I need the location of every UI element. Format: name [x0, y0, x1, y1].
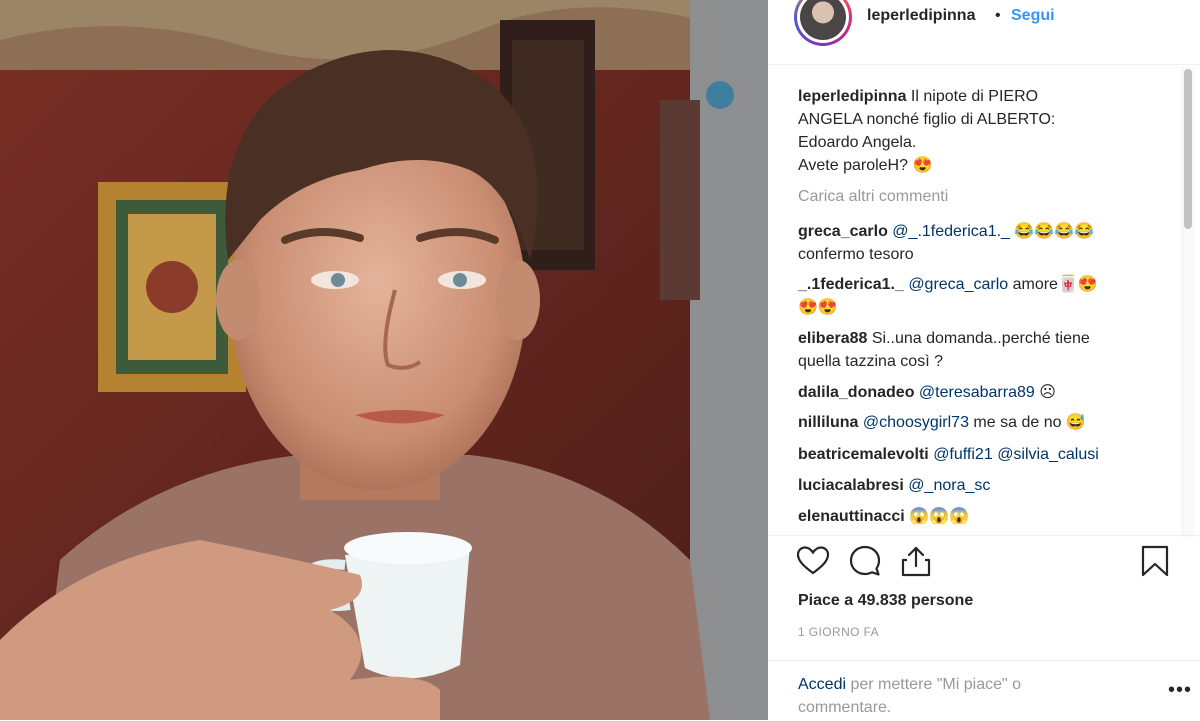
comment-text-line2: quella tazzina così ?	[798, 353, 943, 370]
comment-mention[interactable]: @_.1federica1._	[892, 223, 1010, 240]
post-header: leperledipinna • Segui	[768, 0, 1200, 65]
comment-item: beatricemalevolti @fuffi21 @silvia_calus…	[798, 443, 1099, 466]
comment-text: 😂😂😂😂	[1009, 223, 1095, 240]
comment-text: Si..una domanda..perché tiene	[871, 330, 1090, 347]
comment-username[interactable]: nilliluna	[798, 414, 858, 431]
comment-mention[interactable]: @_nora_sc	[908, 477, 990, 494]
avatar-image	[800, 0, 846, 40]
more-options-icon[interactable]: •••	[1168, 679, 1192, 702]
comment-username[interactable]: dalila_donadeo	[798, 384, 914, 401]
comment-username[interactable]: _.1federica1._	[798, 276, 904, 293]
share-icon[interactable]	[899, 544, 933, 578]
comment-text: ☹	[1034, 384, 1056, 401]
comment-text-line2: confermo tesoro	[798, 246, 914, 263]
comment-item: elibera88 Si..una domanda..perché tiene	[798, 327, 1090, 350]
comment-bubble-icon[interactable]	[848, 544, 882, 578]
comment-text: me sa de no 😅	[968, 414, 1086, 431]
header-username[interactable]: leperledipinna	[867, 7, 975, 25]
comment-text-line2: 😍😍	[798, 299, 838, 316]
comments-list[interactable]: leperledipinna Il nipote di PIERO ANGELA…	[768, 65, 1180, 535]
header-separator: •	[995, 7, 1001, 24]
comment-username[interactable]: elibera88	[798, 330, 867, 347]
login-link[interactable]: Accedi	[798, 676, 846, 693]
bookmark-icon[interactable]	[1138, 544, 1172, 578]
post-side-panel: leperledipinna • Segui leperledipinna Il…	[768, 0, 1200, 720]
comments-scrollbar[interactable]	[1182, 67, 1195, 537]
comment-text: 😱😱😱	[909, 508, 969, 525]
post-timestamp[interactable]: 1 GIORNO FA	[798, 625, 879, 639]
post-photo-illustration	[0, 0, 768, 720]
comment-text: amore🀄😍	[1008, 276, 1098, 293]
avatar[interactable]	[797, 0, 849, 43]
scrollbar-thumb[interactable]	[1184, 69, 1192, 229]
avatar-story-ring[interactable]	[794, 0, 852, 46]
login-footer: Accedi per mettere "Mi piace" o commenta…	[768, 660, 1200, 721]
login-prompt: Accedi per mettere "Mi piace" o commenta…	[798, 673, 1098, 719]
comment-username[interactable]: beatricemalevolti	[798, 446, 929, 463]
comment-mention-2[interactable]: @silvia_calusi	[997, 446, 1099, 463]
comment-item: luciacalabresi @_nora_sc	[798, 474, 990, 497]
comment-item: nilliluna @choosygirl73 me sa de no 😅	[798, 411, 1086, 434]
login-prompt-text: per mettere "Mi piace" o	[846, 676, 1022, 693]
comment-mention[interactable]: @choosygirl73	[863, 414, 969, 431]
comment-mention[interactable]: @teresabarra89	[919, 384, 1035, 401]
caption-username[interactable]: leperledipinna	[798, 88, 906, 105]
caption-line-1: leperledipinna Il nipote di PIERO	[798, 85, 1038, 108]
caption-text-2: ANGELA nonché figlio di ALBERTO:	[798, 111, 1056, 128]
load-more-comments-button[interactable]: Carica altri commenti	[798, 188, 948, 206]
comment-item: elenauttinacci 😱😱😱	[798, 505, 969, 528]
login-prompt-text-2: commentare.	[798, 699, 892, 716]
comment-username[interactable]: elenauttinacci	[798, 508, 905, 525]
comment-item: dalila_donadeo @teresabarra89 ☹	[798, 381, 1056, 404]
comment-username[interactable]: greca_carlo	[798, 223, 888, 240]
caption-text-1: Il nipote di PIERO	[910, 88, 1039, 105]
comment-mention[interactable]: @greca_carlo	[908, 276, 1008, 293]
post-photo	[0, 0, 768, 720]
comment-mention[interactable]: @fuffi21	[933, 446, 993, 463]
comment-username[interactable]: luciacalabresi	[798, 477, 904, 494]
caption-text-4: Avete paroleH? 😍	[798, 157, 933, 174]
caption-text-3: Edoardo Angela.	[798, 134, 917, 151]
comment-item: _.1federica1._ @greca_carlo amore🀄😍	[798, 273, 1098, 296]
heart-icon[interactable]	[796, 544, 830, 578]
follow-button[interactable]: Segui	[1011, 7, 1055, 25]
comment-item: greca_carlo @_.1federica1._ 😂😂😂😂	[798, 220, 1094, 243]
post-actions-bar	[768, 535, 1200, 584]
likes-count[interactable]: Piace a 49.838 persone	[798, 592, 973, 610]
